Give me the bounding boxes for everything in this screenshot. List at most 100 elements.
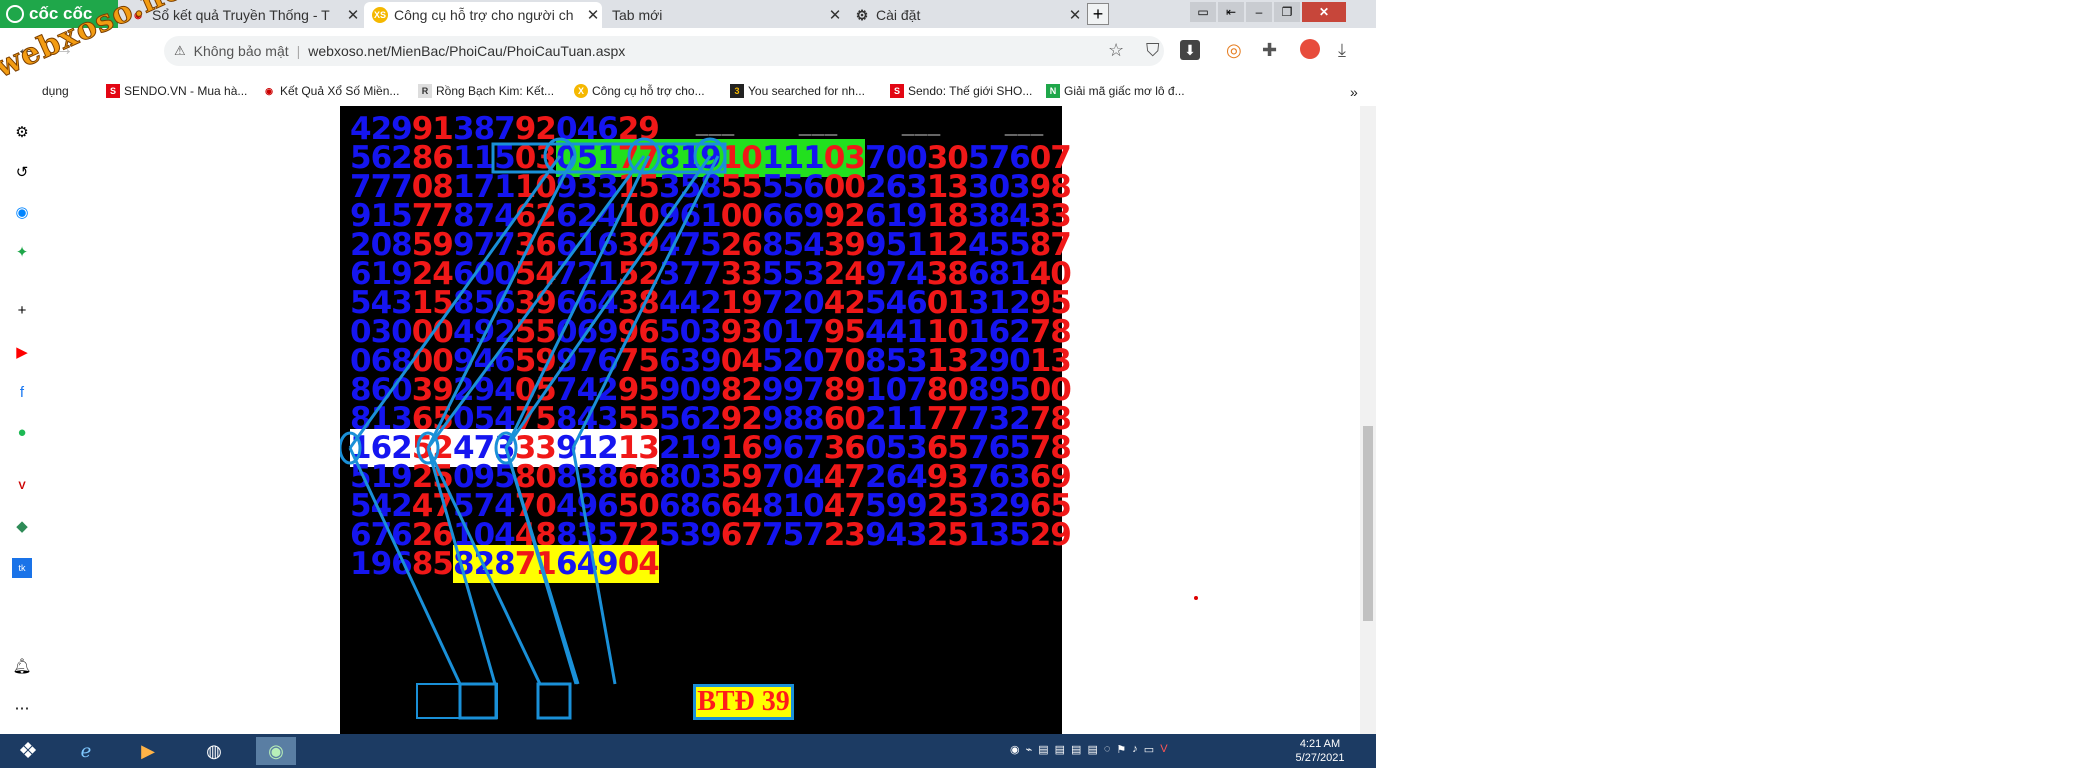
messenger-icon[interactable]: ◉	[12, 202, 32, 222]
keyboard-icon[interactable]: ▤	[1038, 743, 1048, 756]
window-controls: ▭ ⇤ – ❐ ✕	[1190, 2, 1346, 22]
vietkey-icon[interactable]: V	[1160, 743, 1167, 756]
address-bar[interactable]: ⚠ Không bảo mật | webxoso.net/MienBac/Ph…	[164, 36, 1164, 66]
bookmark-item[interactable]: N Giải mã giấc mơ lô đ...	[1046, 84, 1185, 98]
xs-icon: X	[574, 84, 588, 98]
chat-icon[interactable]: ◌	[1104, 743, 1111, 756]
flag-icon[interactable]: ⚑	[1116, 743, 1126, 756]
sidebar: ⚙ ↺ ◉ ✦ + ▶ f ● V ◆ tk 🔔︎ ⋯	[0, 106, 45, 734]
tab-label: Sổ kết quả Truyền Thống - T	[152, 7, 330, 23]
close-icon[interactable]: ✕	[584, 6, 602, 24]
scrollbar[interactable]	[1360, 106, 1376, 734]
add-icon[interactable]: +	[12, 300, 32, 320]
bookmark-star-icon[interactable]: ☆	[1108, 40, 1124, 61]
tab-label: Tab mới	[612, 7, 663, 23]
pin-icon[interactable]: ⇤	[1218, 2, 1244, 22]
number-cell: 13529	[968, 517, 1072, 553]
monitor-icon[interactable]: ▭	[1144, 743, 1154, 756]
red-dot	[1194, 596, 1198, 600]
number-cell: 64904	[556, 545, 660, 583]
minimize-button[interactable]: –	[1246, 2, 1272, 22]
bell-icon[interactable]: 🔔︎	[12, 656, 32, 676]
network-icon[interactable]: ⌁	[1026, 743, 1033, 756]
puzzle-icon[interactable]: ✚	[1262, 40, 1277, 61]
close-icon[interactable]: ✕	[1066, 6, 1084, 24]
lottery-board: 42991 38792 04629 ——— ——— ——— ——— 56286 11503 051…	[340, 106, 1072, 734]
bookmarks-bar: dụng S SENDO.VN - Mua hà... ◉ Kết Quả Xổ S…	[0, 78, 1376, 107]
close-icon[interactable]: ✕	[344, 6, 362, 24]
bookmark-item[interactable]: dụng	[42, 84, 69, 98]
close-icon[interactable]: ✕	[826, 6, 844, 24]
maximize-button[interactable]: ❐	[1274, 2, 1300, 22]
more-icon[interactable]: ⋯	[12, 698, 32, 718]
gear-icon: ⚙	[855, 6, 869, 23]
number-cell: 94325	[865, 517, 969, 553]
more-bookmarks-icon[interactable]: »	[1350, 84, 1358, 100]
number-cell: 53967	[659, 517, 763, 553]
shield-icon[interactable]: ⛉	[1146, 40, 1160, 61]
highlight-box	[458, 682, 498, 720]
365-icon: 3	[730, 84, 744, 98]
board-row: 19685 82871 64904	[350, 545, 660, 583]
divider: |	[296, 43, 301, 59]
close-window-button[interactable]: ✕	[1302, 2, 1346, 22]
screenshot-icon[interactable]: ▭	[1190, 2, 1216, 22]
tab-strip: cốc cốc ◉ Sổ kết quả Truyền Thống - T ✕ …	[0, 0, 1376, 28]
sendo-icon: S	[106, 84, 120, 98]
facebook-icon[interactable]: f	[12, 382, 32, 402]
number-cell: 82871	[453, 545, 557, 583]
url-text[interactable]: webxoso.net/MienBac/PhoiCau/PhoiCauTuan.…	[308, 43, 625, 59]
lottery-icon: ◉	[265, 85, 273, 96]
globe-icon[interactable]: ◉	[1010, 743, 1020, 756]
language-icon[interactable]: ▤	[1087, 743, 1097, 756]
download-icon[interactable]: ⬇	[1180, 40, 1200, 60]
coccoc-logo-icon	[6, 5, 24, 23]
coccoc-taskbar-icon[interactable]: ◉	[256, 737, 296, 765]
spotify-icon[interactable]: ●	[12, 422, 32, 442]
new-tab-button[interactable]: +	[1087, 3, 1109, 25]
bookmark-item[interactable]: S SENDO.VN - Mua hà...	[106, 84, 247, 98]
rbk-icon: R	[418, 84, 432, 98]
media-player-icon[interactable]: ▶	[128, 737, 168, 765]
result-label: BTĐ 39	[693, 684, 794, 720]
chrome-icon[interactable]: ◍	[194, 737, 234, 765]
game-extension-icon[interactable]: ◆	[12, 516, 32, 536]
bookmark-item[interactable]: X Công cụ hỗ trợ cho...	[574, 84, 705, 98]
tab-cong-cu[interactable]: XS Công cụ hỗ trợ cho người ch ✕	[364, 2, 602, 28]
youtube-icon[interactable]: ▶	[12, 342, 32, 362]
bookmark-item[interactable]: 3 You searched for nh...	[730, 84, 865, 98]
system-tray: ◉ ⌁ ▤ ▤ ▤ ▤ ◌ ⚑ ♪ ▭ V	[1010, 743, 1168, 756]
taskbar: ❖ ℯ ▶ ◍ ◉ ◉ ⌁ ▤ ▤ ▤ ▤ ◌ ⚑ ♪ ▭ V 4:21 AM …	[0, 734, 1376, 768]
clock-date: 5/27/2021	[1295, 752, 1345, 764]
xs-favicon-icon: XS	[372, 7, 388, 23]
tab-cai-dat[interactable]: ⚙ Cài đặt ✕	[846, 2, 1084, 28]
scrollbar-thumb[interactable]	[1363, 426, 1373, 621]
game-icon[interactable]: ✦	[12, 242, 32, 262]
screen: cốc cốc ◉ Sổ kết quả Truyền Thống - T ✕ …	[0, 0, 1376, 768]
internet-explorer-icon[interactable]: ℯ	[66, 737, 106, 765]
number-cell: 75723	[762, 517, 866, 553]
volume-icon[interactable]: ♪	[1132, 743, 1138, 756]
clock[interactable]: 4:21 AM 5/27/2021	[1280, 737, 1360, 765]
extension-circle-icon[interactable]: ◎	[1226, 40, 1242, 61]
gear-icon[interactable]: ⚙	[12, 122, 32, 142]
bookmark-item[interactable]: R Rồng Bạch Kim: Kết...	[418, 84, 554, 98]
start-button-icon[interactable]: ❖	[8, 737, 48, 765]
nd-icon: N	[1046, 84, 1060, 98]
history-icon[interactable]: ↺	[12, 162, 32, 182]
bookmark-item[interactable]: ◉ Kết Quả Xổ Số Miền...	[262, 84, 399, 98]
tab-label: Công cụ hỗ trợ cho người ch	[394, 7, 574, 23]
bookmark-item[interactable]: S Sendo: Thế giới SHO...	[890, 84, 1032, 98]
security-label[interactable]: Không bảo mật	[194, 43, 289, 59]
tiki-icon[interactable]: tk	[12, 558, 32, 578]
keyboard-icon[interactable]: ▤	[1071, 743, 1081, 756]
keyboard-icon[interactable]: ▤	[1055, 743, 1065, 756]
highlight-box	[536, 682, 572, 720]
page-content: 42991 38792 04629 ——— ——— ——— ——— 56286 11503 051…	[44, 106, 1360, 734]
vtv-icon[interactable]: V	[12, 476, 32, 496]
highlight-box	[416, 683, 498, 719]
profile-avatar-icon[interactable]	[1300, 39, 1320, 59]
warning-icon: ⚠	[174, 43, 186, 58]
downloads-icon[interactable]: ⤓	[1338, 40, 1346, 61]
tab-tab-moi[interactable]: Tab mới ✕	[604, 2, 844, 28]
